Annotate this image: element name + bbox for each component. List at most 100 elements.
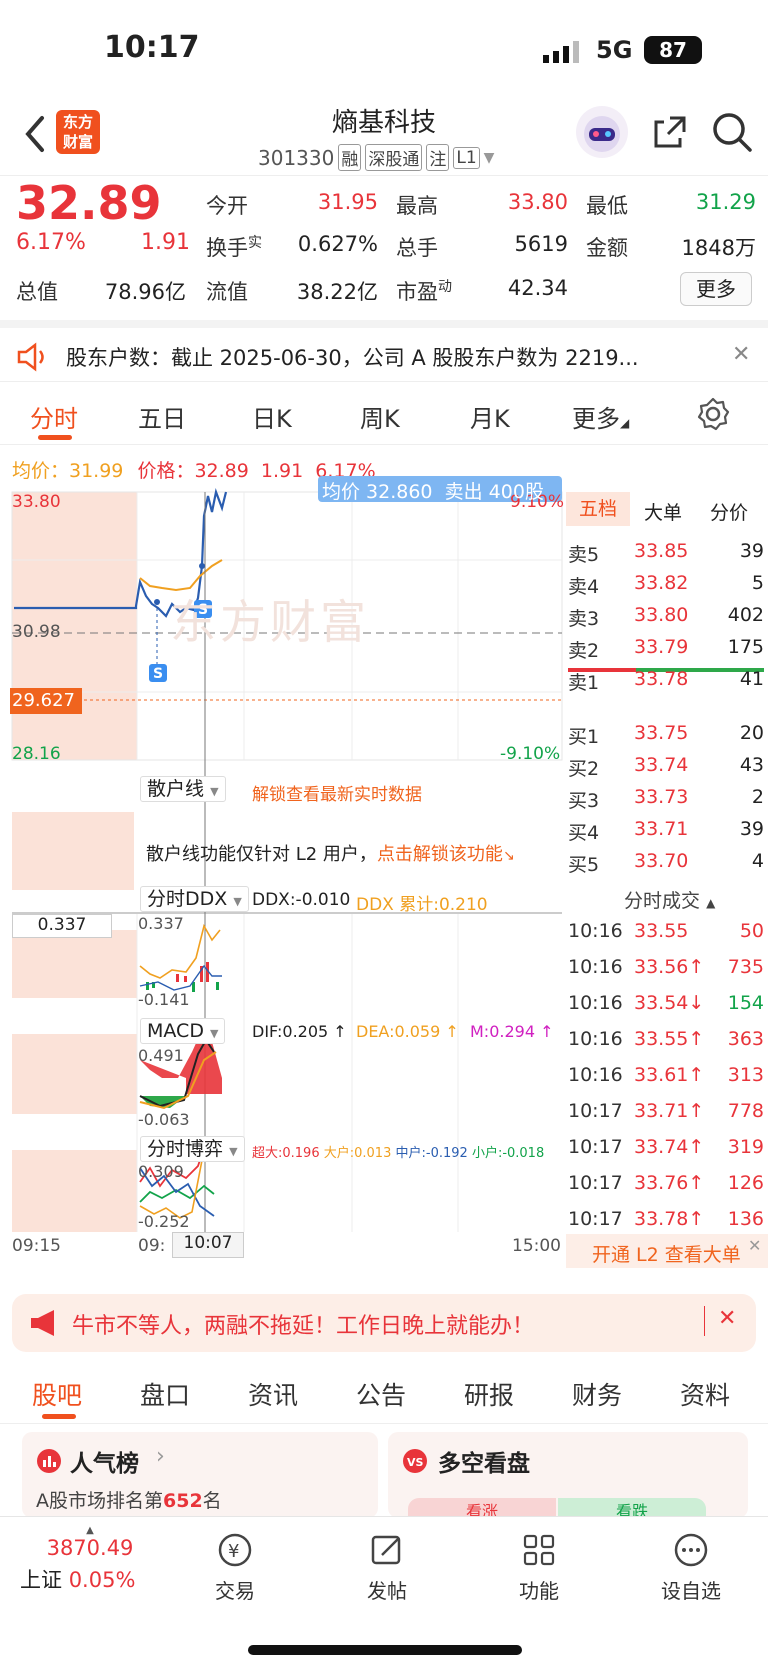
close-icon[interactable]: ✕ [748,1236,761,1255]
settings-icon[interactable] [696,397,730,435]
speaker-icon [16,342,50,376]
popularity-card[interactable]: 人气榜 › A股市场排名第652名 [22,1432,378,1518]
field-label: 流值 [206,280,248,304]
buy-row: 买3 33.73 2 [568,786,764,812]
index-ticker[interactable]: ▲ 3870.49 上证 0.05% [20,1525,160,1594]
close-icon[interactable]: ✕ [718,1306,736,1331]
trades-title[interactable]: 分时成交 ▲ [624,886,715,913]
tab-more[interactable]: 更多◢ [572,399,629,434]
macd-dea: DEA:0.059 ↑ [356,1022,459,1041]
trade-row: 10:16 33.55 50 [568,920,764,942]
tab-monthly-k[interactable]: 月K [470,399,510,434]
tab-news[interactable]: 资讯 [248,1376,298,1412]
tab-price-dist[interactable]: 分价 [710,498,748,525]
tab-weekly-k[interactable]: 周K [360,399,400,434]
notice-text: 股东户数：截止 2025-06-30，公司 A 股股东户数为 2219... [66,346,639,370]
trade-row: 10:16 33.55↑ 363 [568,1028,764,1050]
time-mid: 09: [138,1236,166,1256]
grid-icon [494,1531,584,1569]
ddx-selector[interactable]: 分时DDX ▼ [140,886,249,912]
field-value: 78.96亿 [104,280,186,304]
nav-post[interactable]: 发帖 [342,1531,432,1604]
nav-functions[interactable]: 功能 [494,1531,584,1604]
field-value: 38.22亿 [296,280,378,304]
tag-connect: 深股通 [365,144,423,171]
trade-row: 10:17 33.74↑ 319 [568,1136,764,1158]
y-axis-mid: 30.98 [12,622,61,642]
nav-trade[interactable]: ¥ 交易 [190,1531,280,1604]
macd-m: M:0.294 ↑ [470,1022,554,1041]
share-icon[interactable] [650,112,690,156]
tab-underline [42,1414,76,1419]
ranking-icon [36,1448,62,1478]
bull-bear-card[interactable]: VS 多空看盘 看涨 看跌 [388,1432,748,1521]
yuan-exchange-icon: ¥ [190,1531,280,1569]
svg-text:VS: VS [407,1456,424,1469]
tab-profile[interactable]: 资料 [680,1376,730,1412]
retail-lock-message[interactable]: 散户线功能仅针对 L2 用户，点击解锁该功能↘ [146,840,515,866]
search-icon[interactable] [710,110,754,158]
retail-line-selector[interactable]: 散户线 ▼ [140,776,226,802]
field-value: 42.34 [507,276,568,300]
index-name: 上证 [20,1568,62,1592]
sell-row: 卖4 33.82 5 [568,572,764,598]
field-label: 总值 [16,280,58,304]
index-change: 0.05% [68,1568,136,1592]
svg-text:¥: ¥ [228,1541,239,1562]
ddx-sum: DDX 累计:0.210 [356,895,488,915]
promo-banner[interactable]: 牛市不等人，两融不拖延！工作日晚上就能办！ ✕ [12,1294,756,1352]
robot-assistant-icon[interactable] [574,104,630,164]
retail-unlock-text[interactable]: 解锁查看最新实时数据 [252,780,422,805]
tab-finance[interactable]: 财务 [572,1376,622,1412]
close-icon[interactable]: ✕ [732,342,750,367]
field-value: 31.29 [695,190,756,214]
notice-bar[interactable]: 股东户数：截止 2025-06-30，公司 A 股股东户数为 2219... ✕ [0,320,768,382]
tab-research[interactable]: 研报 [464,1376,514,1412]
stock-header: 东方 财富 熵基科技 301330 融 深股通 注 L1 ▼ [0,100,768,176]
status-time: 10:17 [104,30,200,65]
time-end: 15:00 [512,1236,561,1256]
stock-code-row[interactable]: 301330 融 深股通 注 L1 ▼ [258,144,494,171]
field-value: 33.80 [507,190,568,214]
trade-row: 10:16 33.56↑ 735 [568,956,764,978]
divider [704,1306,705,1336]
macd-selector[interactable]: MACD ▼ [140,1018,226,1044]
macd-dif: DIF:0.205 ↑ [252,1022,347,1041]
y-axis-low: 28.16 [12,744,61,764]
tab-forum[interactable]: 股吧 [32,1376,82,1412]
trade-row: 10:16 33.54↓ 154 [568,992,764,1014]
time-cursor: 10:07 [172,1232,244,1258]
trade-row: 10:17 33.78↑ 136 [568,1208,764,1230]
popularity-rank: A股市场排名第652名 [36,1490,222,1512]
tab-daily-k[interactable]: 日K [252,399,292,434]
change-value: 1.91 [141,230,190,255]
tab-five-levels[interactable]: 五档 [566,492,630,526]
tab-underline [38,435,72,440]
sell-row: 卖1 33.78 41 [568,668,764,694]
y-axis-high: 33.80 [12,492,61,512]
tab-announcements[interactable]: 公告 [356,1376,406,1412]
home-indicator [248,1645,522,1655]
field-label: 总手 [396,236,438,260]
more-button[interactable]: 更多 [680,272,752,306]
macd-top: 0.491 [138,1046,184,1065]
ddx-bottom: -0.141 [138,990,190,1009]
megaphone-icon [28,1308,60,1342]
status-bar: 10:17 5G 87 [0,0,768,100]
index-value: 3870.49 [46,1536,134,1560]
tag-registered: 注 [426,144,450,171]
game-selector[interactable]: 分时博弈 ▼ [140,1136,245,1162]
tab-big-orders[interactable]: 大单 [644,498,682,525]
tab-intraday[interactable]: 分时 [30,399,78,434]
promo-text: 牛市不等人，两融不拖延！工作日晚上就能办！ [72,1314,535,1339]
nav-add-watchlist[interactable]: 设自选 [646,1531,736,1604]
watermark: 东方财富 [170,595,370,649]
tab-5day[interactable]: 五日 [138,399,186,434]
more-dots-icon [646,1531,736,1569]
tab-handicap[interactable]: 盘口 [140,1376,190,1412]
network-type: 5G [596,36,633,64]
trade-row: 10:17 33.76↑ 126 [568,1172,764,1194]
pct-low: -9.10% [500,744,561,764]
buy-row: 买1 33.75 20 [568,722,764,748]
l2-unlock-link[interactable]: 开通 L2 查看大单 [592,1240,741,1267]
